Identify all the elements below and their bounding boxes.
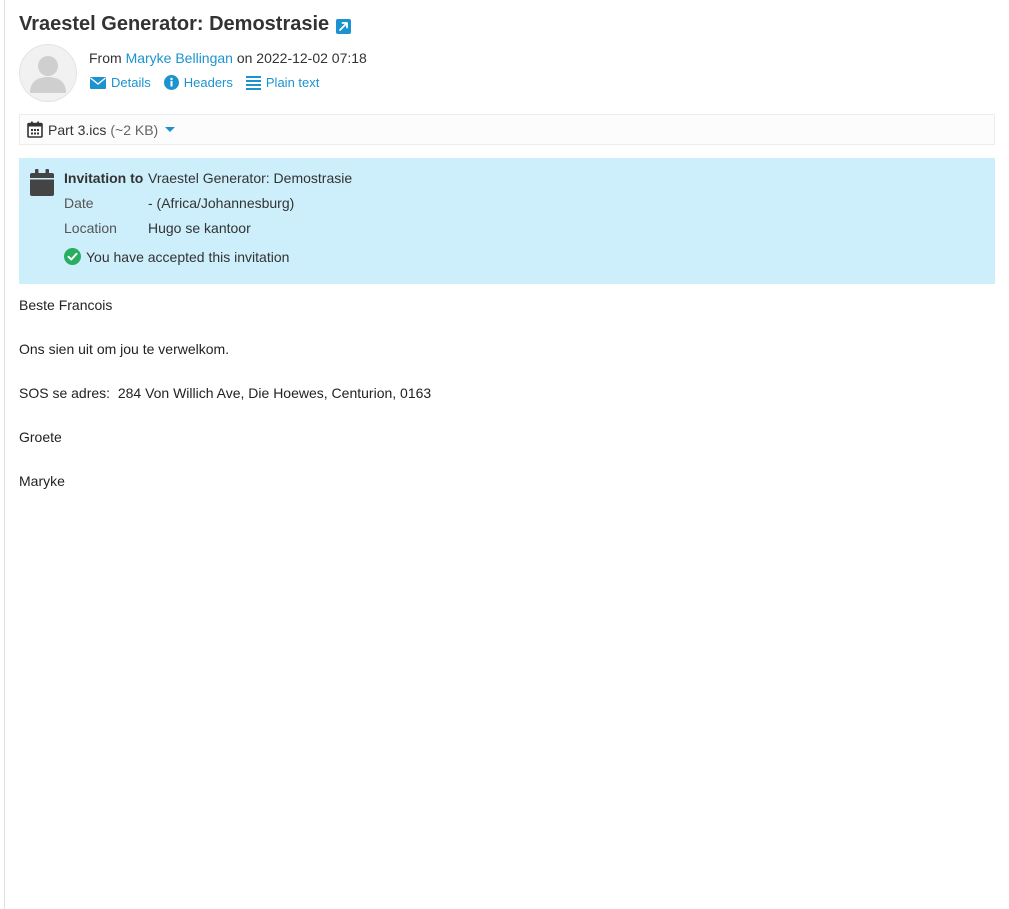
message-date: on 2022-12-02 07:18 (236, 50, 367, 66)
calendar-icon (30, 169, 54, 196)
message-subject: Vraestel Generator: Demostrasie (19, 13, 352, 36)
from-label: From (89, 50, 122, 66)
attachment-size: (~2 KB) (110, 121, 159, 138)
subject-text: Vraestel Generator: Demostrasie (19, 13, 330, 35)
invitation-title-row: Invitation to Vraestel Generator: Demost… (64, 170, 352, 186)
headers-button[interactable]: Headers (163, 75, 233, 90)
invitation-status: You have accepted this invitation (64, 248, 289, 265)
body-signature: Maryke (19, 473, 65, 489)
from-line: From Maryke Bellingan on 2022-12-02 07:1… (89, 50, 367, 66)
header-actions: Details Headers Plain text (90, 75, 332, 90)
invitation-location-label: Location (64, 220, 117, 236)
open-external-icon[interactable] (336, 17, 352, 34)
plain-text-label: Plain text (265, 75, 320, 90)
invitation-date-label: Date (64, 195, 94, 211)
invitation-title-value: Vraestel Generator: Demostrasie (148, 170, 353, 186)
pane-border (4, 0, 5, 909)
invitation-date-value: - (Africa/Johannesburg) (148, 195, 295, 211)
attachment-bar[interactable]: Part 3.ics (~2 KB) (19, 114, 995, 145)
body-closing: Groete (19, 429, 62, 445)
invitation-status-text: You have accepted this invitation (86, 248, 290, 265)
info-icon (163, 75, 179, 90)
invitation-date-row: Date - (Africa/Johannesburg) (64, 195, 294, 211)
details-button[interactable]: Details (90, 75, 151, 90)
body-line: SOS se adres: 284 Von Willich Ave, Die H… (19, 385, 432, 401)
check-circle-icon (64, 248, 81, 265)
invitation-title-label: Invitation to (64, 170, 144, 186)
details-label: Details (111, 75, 151, 90)
message-body: Beste Francois Ons sien uit om jou te ve… (19, 296, 431, 516)
invitation-location-row: Location Hugo se kantoor (64, 220, 251, 236)
body-greeting: Beste Francois (19, 297, 113, 313)
plain-text-button[interactable]: Plain text (245, 75, 320, 90)
calendar-icon (27, 121, 43, 138)
invitation-location-value: Hugo se kantoor (148, 220, 251, 236)
attachment-name[interactable]: Part 3.ics (48, 122, 106, 138)
envelope-icon (90, 76, 106, 89)
avatar (19, 44, 77, 102)
sender-link[interactable]: Maryke Bellingan (126, 50, 233, 66)
headers-label: Headers (183, 75, 233, 90)
lines-icon (245, 75, 261, 90)
body-line: Ons sien uit om jou te verwelkom. (19, 341, 230, 357)
chevron-down-icon[interactable] (165, 127, 176, 132)
invitation-panel: Invitation to Vraestel Generator: Demost… (19, 158, 995, 284)
